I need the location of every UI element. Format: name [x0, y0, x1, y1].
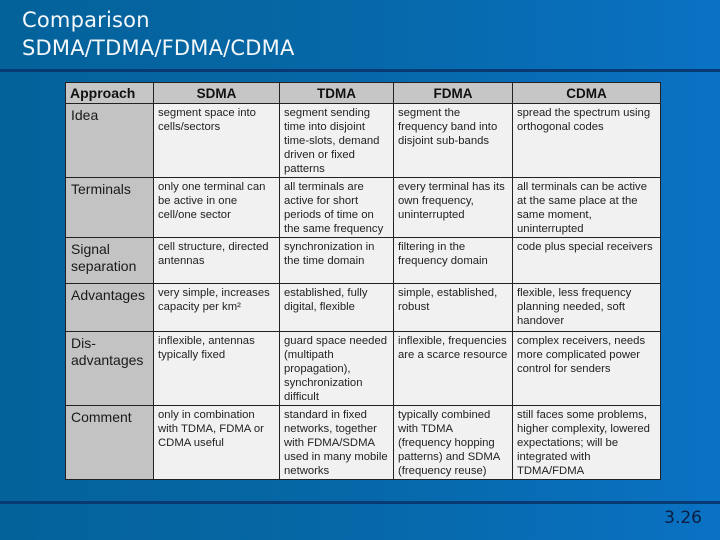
table-row-comment: Comment only in combination with TDMA, F… — [65, 405, 661, 480]
cell-tdma: established, fully digital, flexible — [279, 283, 394, 332]
cell-sdma: segment space into cells/sectors — [153, 103, 280, 178]
slide-title: Comparison SDMA/TDMA/FDMA/CDMA — [22, 6, 295, 62]
cell-tdma: standard in fixed networks, together wit… — [279, 405, 394, 480]
header-tdma: TDMA — [279, 82, 394, 104]
cell-tdma: guard space needed (multipath propagatio… — [279, 331, 394, 406]
header-sdma: SDMA — [153, 82, 280, 104]
cell-fdma: every terminal has its own frequency, un… — [393, 177, 513, 238]
row-label: Advantages — [65, 283, 154, 332]
footer-divider — [0, 501, 720, 504]
cell-tdma: synchronization in the time domain — [279, 237, 394, 284]
row-label: Dis- advantages — [65, 331, 154, 406]
cell-cdma: still faces some problems, higher comple… — [512, 405, 661, 480]
cell-sdma: only in combination with TDMA, FDMA or C… — [153, 405, 280, 480]
cell-sdma: inflexible, antennas typically fixed — [153, 331, 280, 406]
table-header-row: Approach SDMA TDMA FDMA CDMA — [65, 82, 661, 104]
row-label: Comment — [65, 405, 154, 480]
slide-title-line-1: Comparison — [22, 8, 150, 32]
cell-fdma: simple, established, robust — [393, 283, 513, 332]
header-cdma: CDMA — [512, 82, 661, 104]
title-divider — [0, 69, 720, 72]
cell-cdma: flexible, less frequency planning needed… — [512, 283, 661, 332]
table-row-signal-separation: Signal separation cell structure, direct… — [65, 237, 661, 284]
cell-fdma: segment the frequency band into disjoint… — [393, 103, 513, 178]
cell-sdma: only one terminal can be active in one c… — [153, 177, 280, 238]
cell-cdma: spread the spectrum using orthogonal cod… — [512, 103, 661, 178]
cell-tdma: all terminals are active for short perio… — [279, 177, 394, 238]
comparison-table: Approach SDMA TDMA FDMA CDMA Idea segmen… — [65, 82, 661, 480]
row-label: Terminals — [65, 177, 154, 238]
cell-cdma: complex receivers, needs more complicate… — [512, 331, 661, 406]
table-row-idea: Idea segment space into cells/sectors se… — [65, 103, 661, 178]
table-row-advantages: Advantages very simple, increases capaci… — [65, 283, 661, 332]
cell-cdma: code plus special receivers — [512, 237, 661, 284]
cell-cdma: all terminals can be active at the same … — [512, 177, 661, 238]
page-number: 3.26 — [664, 508, 702, 528]
cell-fdma: inflexible, frequencies are a scarce res… — [393, 331, 513, 406]
cell-tdma: segment sending time into disjoint time-… — [279, 103, 394, 178]
cell-fdma: typically combined with TDMA (frequency … — [393, 405, 513, 480]
cell-fdma: filtering in the frequency domain — [393, 237, 513, 284]
cell-sdma: cell structure, directed antennas — [153, 237, 280, 284]
row-label: Idea — [65, 103, 154, 178]
table-row-disadvantages: Dis- advantages inflexible, antennas typ… — [65, 331, 661, 406]
header-approach: Approach — [65, 82, 154, 104]
header-fdma: FDMA — [393, 82, 513, 104]
table-row-terminals: Terminals only one terminal can be activ… — [65, 177, 661, 238]
cell-sdma: very simple, increases capacity per km² — [153, 283, 280, 332]
slide-title-line-2: SDMA/TDMA/FDMA/CDMA — [22, 36, 295, 60]
row-label: Signal separation — [65, 237, 154, 284]
